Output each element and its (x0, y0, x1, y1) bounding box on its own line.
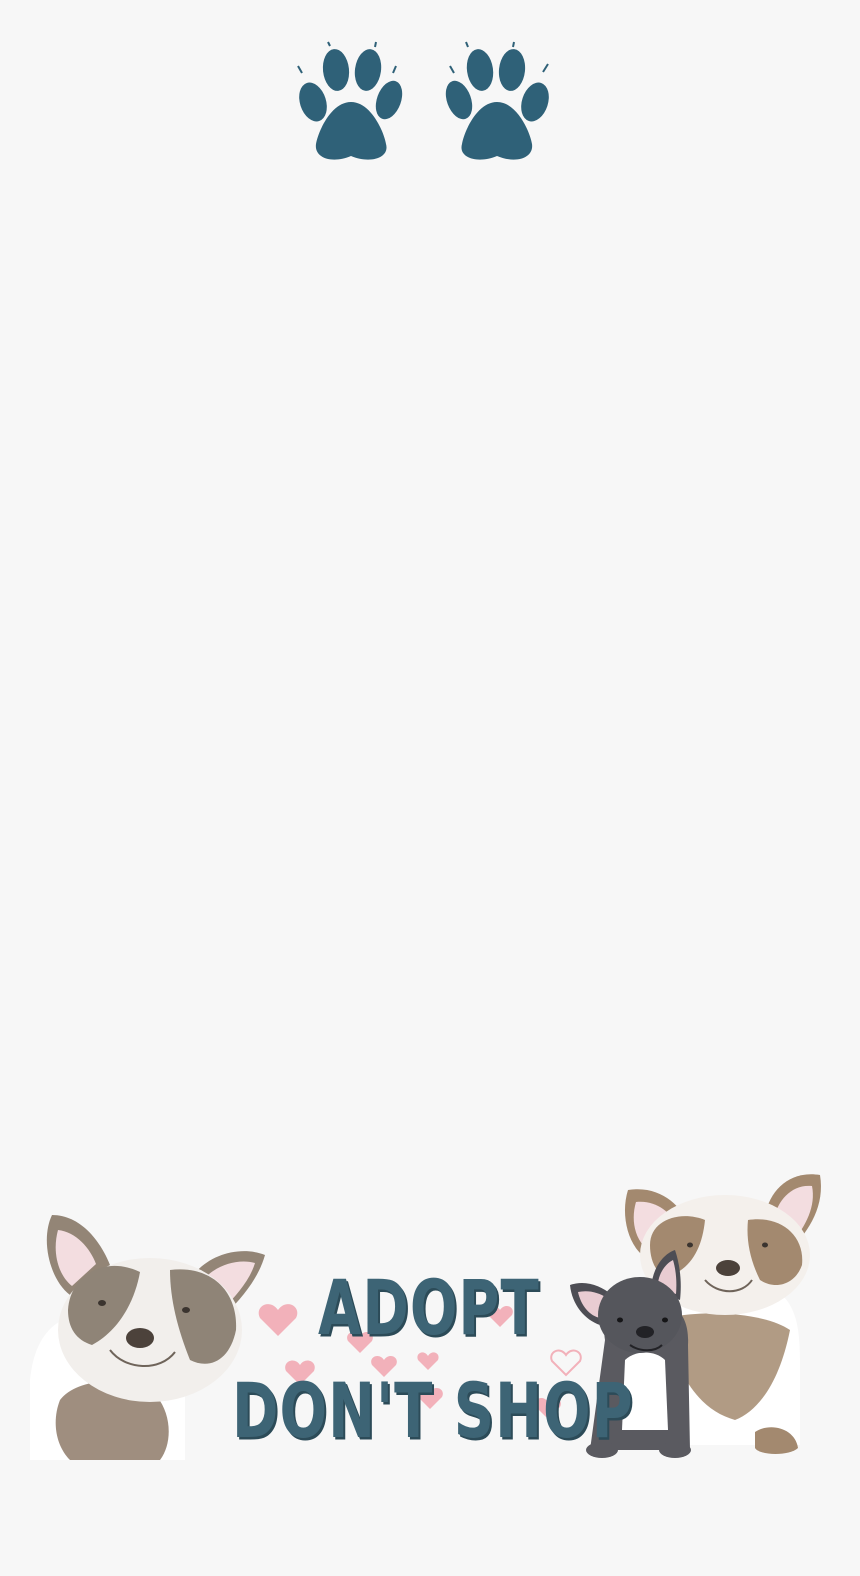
paw-print-icon (297, 41, 403, 160)
slogan-line-dont-shop: DON'T SHOP (232, 1368, 634, 1456)
snap-filter-frame: ADOPT DON'T SHOP (0, 0, 860, 1576)
slogan-line-adopt: ADOPT (318, 1265, 540, 1353)
paw-print-icon (445, 41, 549, 160)
left-dog-illustration (30, 1215, 265, 1460)
